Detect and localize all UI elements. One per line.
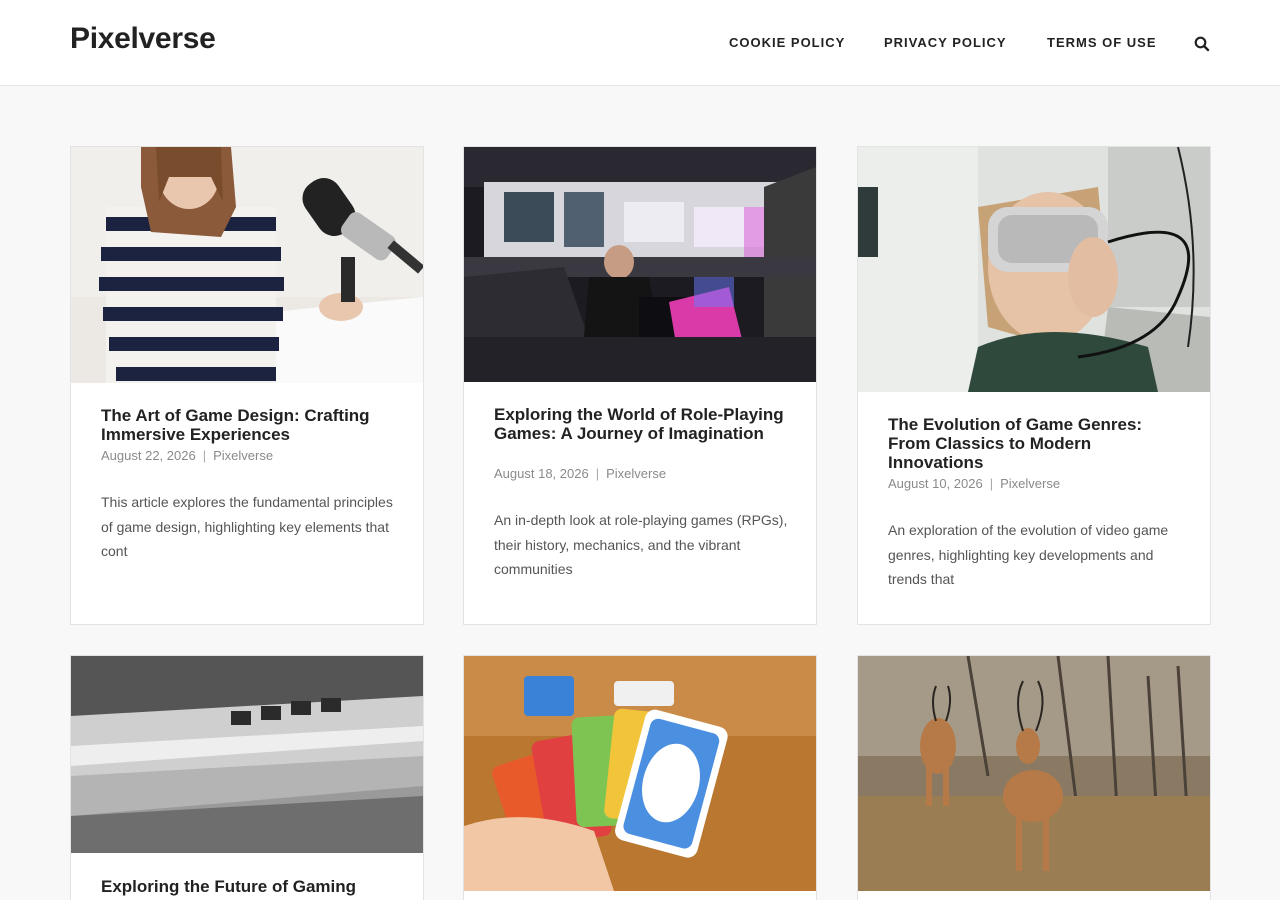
post-thumbnail-esports[interactable] — [464, 147, 816, 382]
post-thumbnail-vr[interactable] — [858, 147, 1210, 392]
post-thumbnail-antelope[interactable] — [858, 656, 1210, 891]
nav-terms-of-use[interactable]: TERMS OF USE — [1047, 35, 1157, 51]
post-meta: August 18, 2026 | Pixelverse — [494, 466, 666, 481]
post-excerpt: This article explores the fundamental pr… — [101, 494, 393, 559]
post-card: Exploring the World of Role-Playing Game… — [463, 146, 817, 625]
meta-separator: | — [989, 476, 994, 491]
post-date[interactable]: August 10, 2026 — [888, 476, 983, 491]
post-date[interactable]: August 22, 2026 — [101, 448, 196, 463]
post-thumbnail-podcast[interactable] — [71, 147, 423, 383]
post-meta: August 10, 2026 | Pixelverse — [888, 476, 1060, 491]
post-title[interactable]: The Art of Game Design: Crafting Immersi… — [101, 406, 397, 444]
post-card: The Art of Game Design: Crafting Immersi… — [70, 146, 424, 625]
post-card: Exploring the Future of Gaming — [70, 655, 424, 900]
post-title[interactable]: Exploring the Future of Gaming — [101, 877, 397, 896]
post-date[interactable]: August 18, 2026 — [494, 466, 589, 481]
post-thumbnail-keyboard[interactable] — [71, 656, 423, 853]
post-author[interactable]: Pixelverse — [213, 448, 273, 463]
meta-separator: | — [595, 466, 600, 481]
post-title[interactable]: The Evolution of Game Genres: From Class… — [888, 415, 1184, 472]
site-logo[interactable]: Pixelverse — [70, 22, 216, 56]
post-meta: August 22, 2026 | Pixelverse — [101, 448, 273, 463]
post-author[interactable]: Pixelverse — [606, 466, 666, 481]
post-card — [857, 655, 1211, 900]
nav-privacy-policy[interactable]: PRIVACY POLICY — [884, 35, 1007, 51]
post-excerpt: An in-depth look at role-playing games (… — [494, 512, 788, 577]
post-card — [463, 655, 817, 900]
post-author[interactable]: Pixelverse — [1000, 476, 1060, 491]
nav-cookie-policy[interactable]: COOKIE POLICY — [729, 35, 845, 51]
search-icon[interactable] — [1193, 35, 1211, 53]
post-title[interactable]: Exploring the World of Role-Playing Game… — [494, 405, 790, 443]
post-thumbnail-cards[interactable] — [464, 656, 816, 891]
post-excerpt: An exploration of the evolution of video… — [888, 522, 1169, 587]
meta-separator: | — [202, 448, 207, 463]
post-card: The Evolution of Game Genres: From Class… — [857, 146, 1211, 625]
site-header: Pixelverse COOKIE POLICY PRIVACY POLICY … — [0, 0, 1280, 86]
